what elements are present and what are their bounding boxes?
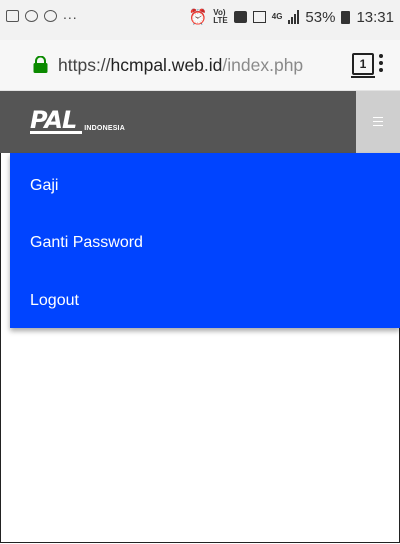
status-bar: ... ⏰ Vo) LTE 4G 53% 13:31 xyxy=(0,0,400,40)
lock-icon xyxy=(33,56,48,73)
menu-item-ganti-password[interactable]: Ganti Password xyxy=(30,234,143,252)
tab-switcher-button[interactable]: 1 xyxy=(351,53,375,78)
network-type: 4G xyxy=(271,12,283,21)
browser-menu-button[interactable] xyxy=(378,54,384,76)
notification-icons: ... xyxy=(6,6,78,22)
nav-dropdown-menu: Gaji Ganti Password Logout xyxy=(10,153,400,328)
pal-logo[interactable]: PAL INDONESIA xyxy=(30,108,125,134)
battery-icon xyxy=(341,10,351,24)
volte-indicator: Vo) LTE xyxy=(213,8,228,25)
menu-dots-icon xyxy=(379,54,383,58)
logo-mark: PAL xyxy=(30,108,83,134)
screen-cast-icon xyxy=(233,11,247,23)
menu-item-gaji[interactable]: Gaji xyxy=(30,177,58,195)
logo-subtitle: INDONESIA xyxy=(84,125,125,132)
menu-item-logout[interactable]: Logout xyxy=(30,292,79,310)
battery-percent: 53% xyxy=(305,8,336,26)
android-icon xyxy=(25,10,38,22)
more-notifications: ... xyxy=(63,6,78,22)
sync-icon xyxy=(44,10,57,22)
sim-signal-icon xyxy=(252,11,266,23)
site-navbar: PAL INDONESIA xyxy=(0,91,400,153)
image-icon xyxy=(6,10,19,22)
clock: 13:31 xyxy=(356,8,394,26)
browser-address-bar: https://hcmpal.web.id/index.php 1 xyxy=(0,40,400,91)
signal-strength-icon xyxy=(288,10,300,24)
system-indicators: ⏰ Vo) LTE 4G 53% 13:31 xyxy=(188,8,394,27)
hamburger-menu-button[interactable] xyxy=(356,91,400,153)
url-field[interactable]: https://hcmpal.web.id/index.php xyxy=(58,55,340,76)
alarm-icon: ⏰ xyxy=(188,9,208,26)
